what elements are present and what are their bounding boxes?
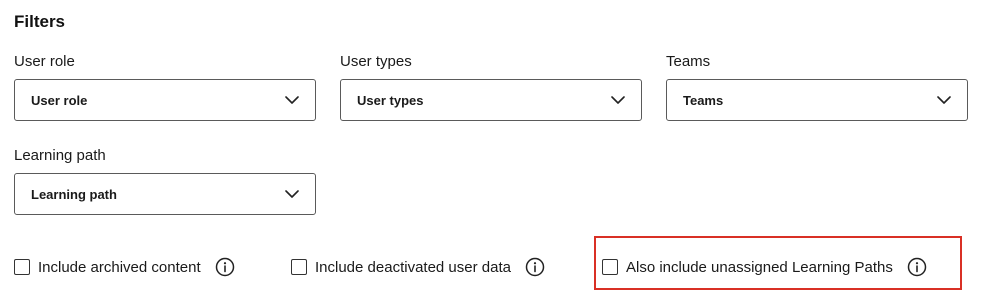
learning-path-field: Learning path Learning path [14, 146, 316, 215]
include-unassigned-checkbox[interactable] [602, 259, 618, 275]
include-deactivated-option: Include deactivated user data [291, 256, 545, 278]
user-types-select[interactable]: User types [340, 79, 642, 121]
learning-path-select[interactable]: Learning path [14, 173, 316, 215]
teams-select[interactable]: Teams [666, 79, 968, 121]
include-unassigned-label[interactable]: Also include unassigned Learning Paths [626, 259, 893, 276]
include-deactivated-checkbox[interactable] [291, 259, 307, 275]
user-types-label: User types [340, 53, 412, 70]
user-role-select-value: User role [31, 92, 88, 108]
include-archived-checkbox[interactable] [14, 259, 30, 275]
info-icon[interactable] [215, 257, 235, 277]
include-deactivated-label[interactable]: Include deactivated user data [315, 259, 511, 276]
user-types-select-value: User types [357, 92, 424, 108]
chevron-down-icon [285, 187, 299, 201]
info-icon[interactable] [907, 257, 927, 277]
user-role-field: User role User role [14, 52, 316, 121]
learning-path-label: Learning path [14, 147, 106, 164]
include-unassigned-option: Also include unassigned Learning Paths [602, 256, 927, 278]
chevron-down-icon [611, 93, 625, 107]
user-role-select[interactable]: User role [14, 79, 316, 121]
filters-heading: Filters [14, 12, 66, 31]
teams-select-value: Teams [683, 92, 724, 108]
user-types-field: User types User types [340, 52, 642, 121]
chevron-down-icon [937, 93, 951, 107]
teams-field: Teams Teams [666, 52, 968, 121]
include-archived-option: Include archived content [14, 256, 235, 278]
user-role-label: User role [14, 53, 75, 70]
info-icon[interactable] [525, 257, 545, 277]
chevron-down-icon [285, 93, 299, 107]
learning-path-select-value: Learning path [31, 186, 117, 202]
teams-label: Teams [666, 53, 711, 70]
include-archived-label[interactable]: Include archived content [38, 259, 201, 276]
